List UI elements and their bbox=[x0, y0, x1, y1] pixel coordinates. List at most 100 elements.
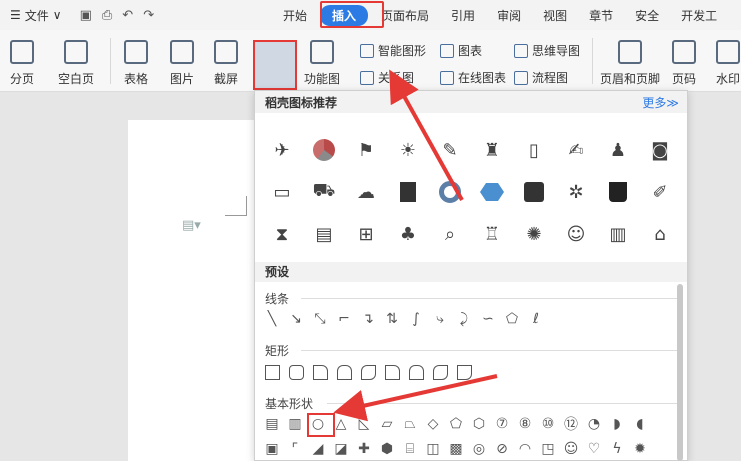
users-icon[interactable]: ♟ bbox=[597, 129, 639, 171]
watermark-button[interactable]: 水印 bbox=[716, 40, 740, 87]
online-chart-button[interactable]: 在线图表 bbox=[440, 69, 506, 86]
save-icon[interactable]: ▣ bbox=[80, 8, 92, 23]
flowchart-button[interactable]: 流程图 bbox=[514, 69, 568, 86]
folded-corner-shape[interactable]: ◳ bbox=[539, 440, 557, 458]
presentation-icon[interactable]: ⊞ bbox=[345, 213, 387, 255]
lightning-shape[interactable]: ϟ bbox=[608, 440, 626, 458]
shop-icon[interactable]: ▥ bbox=[597, 213, 639, 255]
elbow-arrow-shape[interactable]: ↴ bbox=[359, 310, 377, 328]
snip-two-rect-shape[interactable] bbox=[335, 363, 353, 381]
plaque-shape[interactable]: ⬢ bbox=[378, 440, 396, 458]
tab-chapter[interactable]: 章节 bbox=[578, 7, 624, 24]
pie-shape[interactable]: ◔ bbox=[585, 415, 603, 433]
crab-icon[interactable]: ✺ bbox=[513, 213, 555, 255]
target-icon[interactable] bbox=[429, 171, 471, 213]
double-arrow-shape[interactable]: ⤡ bbox=[311, 310, 329, 328]
header-footer-button[interactable]: 页眉和页脚 bbox=[600, 40, 660, 87]
decagon-shape[interactable]: ⑩ bbox=[539, 415, 557, 433]
l-shape[interactable]: ◢ bbox=[309, 440, 327, 458]
worker-icon[interactable]: ☺ bbox=[555, 213, 597, 255]
parallelogram-shape[interactable]: ▱ bbox=[378, 415, 396, 433]
elbow-double-arrow-shape[interactable]: ⇅ bbox=[383, 310, 401, 328]
cube-shape[interactable]: ◫ bbox=[424, 440, 442, 458]
can-shape[interactable]: ⌸ bbox=[401, 440, 419, 458]
smart-graphic-button[interactable]: 智能图形 bbox=[360, 42, 426, 59]
half-frame-shape[interactable]: ⌜ bbox=[286, 440, 304, 458]
print-icon[interactable]: ⎙ bbox=[102, 8, 112, 23]
chord-shape[interactable]: ◗ bbox=[608, 415, 626, 433]
round-two-rect-shape[interactable] bbox=[407, 363, 425, 381]
text-box-shape[interactable]: ▤ bbox=[263, 415, 281, 433]
heart-shape[interactable]: ♡ bbox=[585, 440, 603, 458]
wallet-icon[interactable]: ▭ bbox=[261, 171, 303, 213]
car-icon[interactable]: ⛟ bbox=[303, 171, 345, 213]
contact-card-icon[interactable] bbox=[513, 171, 555, 213]
tab-review[interactable]: 审阅 bbox=[486, 7, 532, 24]
note-icon[interactable]: ✐ bbox=[639, 171, 681, 213]
gear-icon[interactable]: ✲ bbox=[555, 171, 597, 213]
home-icon[interactable]: ⌂ bbox=[639, 213, 681, 255]
plane-icon[interactable]: ✈ bbox=[261, 129, 303, 171]
vertical-text-box-shape[interactable]: ▥ bbox=[286, 415, 304, 433]
no-symbol-shape[interactable]: ⊘ bbox=[493, 440, 511, 458]
blank-page-button[interactable]: 空白页 bbox=[58, 40, 94, 87]
flag-icon[interactable]: ⚑ bbox=[345, 129, 387, 171]
rounded-rect-shape[interactable] bbox=[287, 363, 305, 381]
hourglass-icon[interactable]: ⧗ bbox=[261, 213, 303, 255]
mindmap-button[interactable]: 思维导图 bbox=[514, 42, 580, 59]
tab-dev[interactable]: 开发工 bbox=[670, 7, 728, 24]
bag-icon[interactable] bbox=[597, 171, 639, 213]
cross-shape[interactable]: ✚ bbox=[355, 440, 373, 458]
round-one-rect-shape[interactable] bbox=[383, 363, 401, 381]
tab-security[interactable]: 安全 bbox=[624, 7, 670, 24]
more-link[interactable]: 更多≫ bbox=[642, 94, 679, 111]
screenshot-button[interactable]: 截屏 bbox=[214, 40, 238, 87]
round-single-rect-shape[interactable] bbox=[455, 363, 473, 381]
scribble-shape[interactable]: ℓ bbox=[527, 310, 545, 328]
function-chart-button[interactable]: 功能图 bbox=[304, 40, 340, 87]
octagon-shape[interactable]: ⑧ bbox=[516, 415, 534, 433]
curve-shape[interactable]: ∽ bbox=[479, 310, 497, 328]
table-button[interactable]: 表格 bbox=[124, 40, 148, 87]
sun-shape[interactable]: ✹ bbox=[631, 440, 649, 458]
pen-icon[interactable]: ✎ bbox=[429, 129, 471, 171]
anvil-icon[interactable]: ♜ bbox=[471, 129, 513, 171]
arrow-shape[interactable]: ↘ bbox=[287, 310, 305, 328]
pie-icon[interactable] bbox=[303, 129, 345, 171]
hexagon-icon[interactable] bbox=[471, 171, 513, 213]
line-shape[interactable]: ╲ bbox=[263, 310, 281, 328]
sale-tag-icon[interactable]: ▤ bbox=[303, 213, 345, 255]
redo-icon[interactable]: ↷ bbox=[143, 8, 154, 23]
camera-icon[interactable]: ◙ bbox=[639, 129, 681, 171]
relation-button[interactable]: 关系图 bbox=[360, 69, 414, 86]
page-break-button[interactable]: 分页 bbox=[10, 40, 34, 87]
weather-icon[interactable]: ☁ bbox=[345, 171, 387, 213]
tab-reference[interactable]: 引用 bbox=[440, 7, 486, 24]
picture-button[interactable]: 图片 bbox=[170, 40, 194, 87]
trapezoid-shape[interactable]: ⏢ bbox=[401, 415, 419, 433]
panel-scrollbar[interactable] bbox=[677, 284, 683, 461]
bulb-icon[interactable]: ☀ bbox=[387, 129, 429, 171]
basket-icon[interactable]: ♖ bbox=[471, 213, 513, 255]
snip-rect-shape[interactable] bbox=[311, 363, 329, 381]
snip-diag-rect-shape[interactable] bbox=[359, 363, 377, 381]
smiley-shape[interactable]: ☺ bbox=[562, 440, 580, 458]
page-number-button[interactable]: 页码 bbox=[672, 40, 696, 87]
pentagon-shape[interactable]: ⬠ bbox=[447, 415, 465, 433]
search-doc-icon[interactable]: ⌕ bbox=[429, 213, 471, 255]
tab-view[interactable]: 视图 bbox=[532, 7, 578, 24]
door-icon[interactable]: ▯ bbox=[513, 129, 555, 171]
diamond-shape[interactable]: ◇ bbox=[424, 415, 442, 433]
curved-double-arrow-shape[interactable]: ⤸ bbox=[455, 310, 473, 328]
undo-icon[interactable]: ↶ bbox=[122, 8, 133, 23]
tree-icon[interactable]: ♣ bbox=[387, 213, 429, 255]
rectangle-shape[interactable] bbox=[263, 363, 281, 381]
document-edit-icon[interactable]: ✍ bbox=[555, 129, 597, 171]
building-icon[interactable] bbox=[387, 171, 429, 213]
chart-button[interactable]: 图表 bbox=[440, 42, 482, 59]
donut-shape[interactable]: ◎ bbox=[470, 440, 488, 458]
bevel-shape[interactable]: ▩ bbox=[447, 440, 465, 458]
teardrop-shape[interactable]: ◖ bbox=[631, 415, 649, 433]
elbow-connector-shape[interactable]: ⌐ bbox=[335, 310, 353, 328]
diagonal-stripe-shape[interactable]: ◪ bbox=[332, 440, 350, 458]
